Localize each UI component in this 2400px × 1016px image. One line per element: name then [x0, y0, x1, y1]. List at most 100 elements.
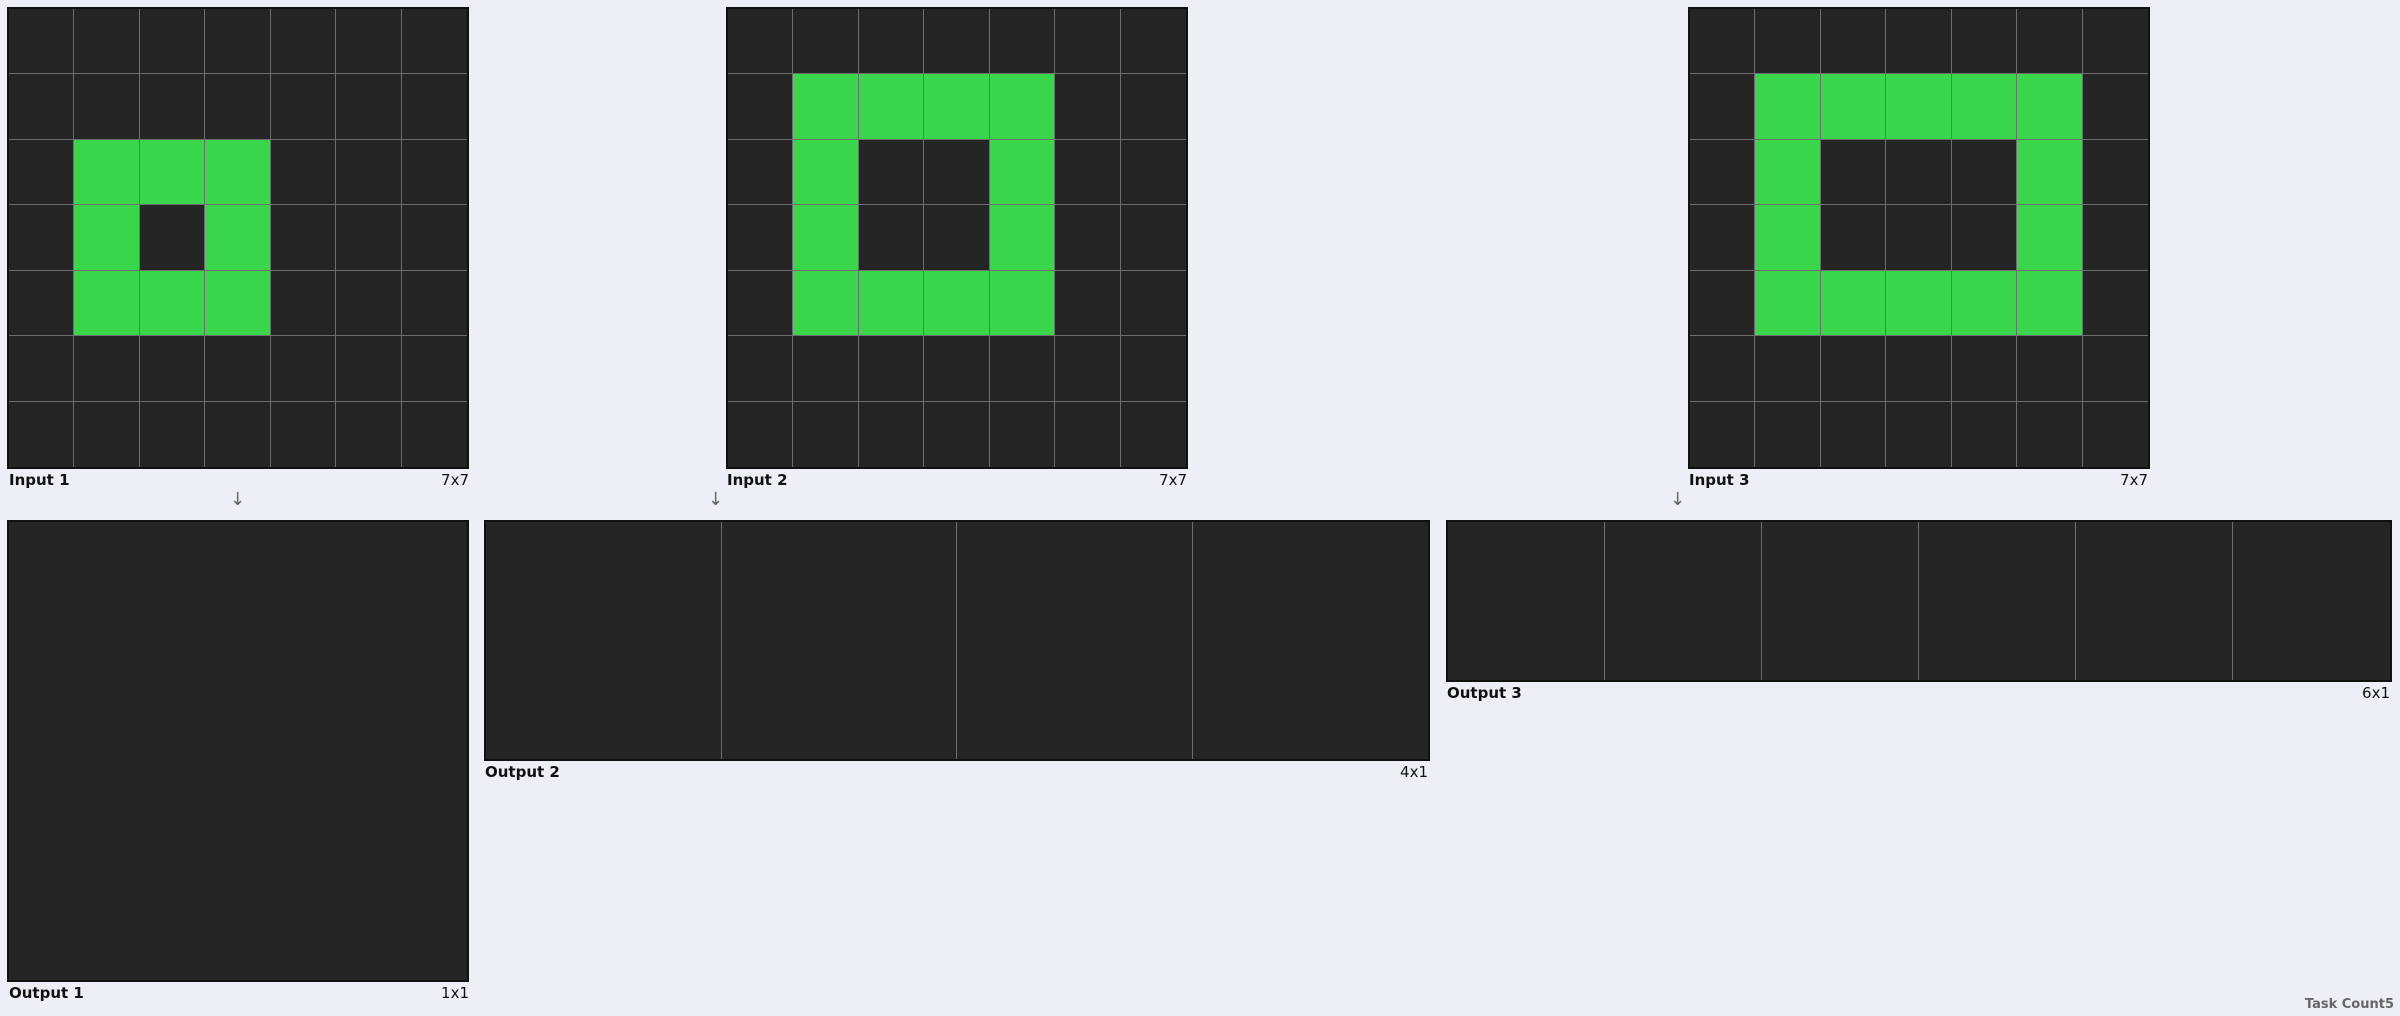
grid-cell: [1448, 522, 1605, 680]
input-1-grid: [7, 7, 469, 469]
grid-cell: [924, 336, 990, 402]
output-2-grid: [484, 520, 1430, 761]
grid-cell: [1055, 205, 1121, 271]
grid-cell: [1055, 9, 1121, 75]
grid-cell: [1690, 401, 1756, 467]
grid-cell: [2082, 336, 2148, 402]
grid-cell: [1120, 270, 1186, 337]
input-3-size: 7x7: [2120, 471, 2148, 489]
grid-cell: [1951, 336, 2018, 402]
grid-cell: [858, 401, 925, 467]
grid-cell: [1690, 74, 1756, 140]
grid-cell: [336, 336, 402, 402]
grid-cell: [728, 270, 794, 337]
grid-cell: [2017, 205, 2083, 271]
grid-cell: [2017, 336, 2083, 402]
grid-cell: [2017, 401, 2083, 467]
grid-cell: [1192, 522, 1428, 759]
grid-cell: [1886, 270, 1952, 337]
grid-cell: [1951, 9, 2018, 75]
grid-cell: [989, 336, 1056, 402]
grid-cell: [9, 74, 75, 140]
grid-cell: [1820, 9, 1887, 75]
grid-cell: [1951, 270, 2018, 337]
grid-cell: [793, 401, 859, 467]
grid-cell: [989, 9, 1056, 75]
grid-cell: [205, 401, 271, 467]
grid-cell: [728, 9, 794, 75]
grid-cell: [1755, 336, 1821, 402]
grid-cell: [2076, 522, 2233, 680]
grid-cell: [1919, 522, 2076, 680]
grid-cell: [1951, 205, 2018, 271]
grid-cell: [9, 270, 75, 337]
grid-cell: [74, 401, 140, 467]
grid-cell: [793, 205, 859, 271]
grid-cell: [1605, 522, 1762, 680]
input-2-grid: [726, 7, 1188, 469]
grid-cell: [401, 9, 467, 75]
grid-cell: [139, 205, 206, 271]
grid-cell: [9, 139, 75, 206]
grid-cell: [270, 74, 337, 140]
grid-cell: [924, 139, 990, 206]
grid-cell: [401, 205, 467, 271]
input-2-label: Input 2: [727, 471, 788, 489]
output-3-grid: [1446, 520, 2392, 682]
grid-cell: [1755, 139, 1821, 206]
grid-cell: [721, 522, 957, 759]
input-2-size: 7x7: [1159, 471, 1187, 489]
output-2-label: Output 2: [485, 763, 560, 781]
grid-cell: [9, 9, 75, 75]
grid-cell: [9, 336, 75, 402]
output-3-size: 6x1: [2362, 684, 2390, 702]
grid-cell: [957, 522, 1193, 759]
grid-cell: [1120, 336, 1186, 402]
grid-cell: [205, 270, 271, 337]
grid-cell: [858, 139, 925, 206]
grid-cell: [486, 522, 722, 759]
grid-cell: [2082, 270, 2148, 337]
grid-cell: [1820, 336, 1887, 402]
grid-cell: [1820, 74, 1887, 140]
grid-cell: [728, 139, 794, 206]
input-1-label: Input 1: [9, 471, 70, 489]
grid-cell: [858, 205, 925, 271]
grid-cell: [336, 9, 402, 75]
grid-cell: [1055, 270, 1121, 337]
grid-cell: [336, 139, 402, 206]
grid-cell: [989, 205, 1056, 271]
grid-cell: [989, 74, 1056, 140]
grid-cell: [74, 139, 140, 206]
grid-cell: [1755, 205, 1821, 271]
grid-cell: [74, 9, 140, 75]
grid-cell: [989, 401, 1056, 467]
grid-cell: [1690, 205, 1756, 271]
grid-cell: [1886, 9, 1952, 75]
grid-cell: [2233, 522, 2390, 680]
grid-cell: [1120, 74, 1186, 140]
grid-cell: [270, 336, 337, 402]
grid-cell: [793, 139, 859, 206]
grid-cell: [401, 74, 467, 140]
output-3-label: Output 3: [1447, 684, 1522, 702]
grid-cell: [1886, 139, 1952, 206]
grid-cell: [858, 74, 925, 140]
grid-cell: [1886, 74, 1952, 140]
grid-cell: [1690, 336, 1756, 402]
input-3-label: Input 3: [1689, 471, 1750, 489]
grid-cell: [205, 139, 271, 206]
task-footer: Task Count5: [2304, 997, 2394, 1012]
grid-cell: [1690, 270, 1756, 337]
arrow-down-icon: ↓: [1670, 489, 1686, 510]
grid-cell: [1886, 205, 1952, 271]
grid-cell: [1820, 270, 1887, 337]
grid-cell: [924, 74, 990, 140]
grid-cell: [793, 336, 859, 402]
grid-cell: [1690, 139, 1756, 206]
grid-cell: [139, 74, 206, 140]
grid-cell: [1755, 9, 1821, 75]
grid-cell: [270, 9, 337, 75]
grid-cell: [728, 336, 794, 402]
grid-cell: [1755, 401, 1821, 467]
